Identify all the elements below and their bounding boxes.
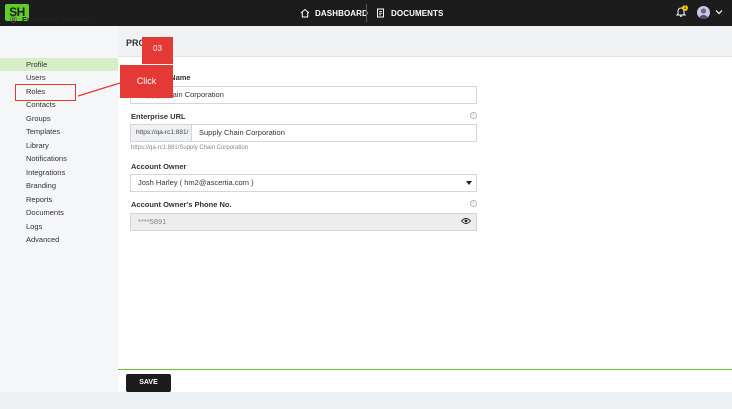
sidebar-item-logs[interactable]: Logs <box>0 220 118 233</box>
sidebar-item-library[interactable]: Library <box>0 139 118 152</box>
chevron-down-icon[interactable] <box>715 8 723 16</box>
sidebar-item-reports[interactable]: Reports <box>0 193 118 206</box>
enterprise-url-input[interactable]: Supply Chain Corporation <box>191 124 477 142</box>
sidebar-item-integrations[interactable]: Integrations <box>0 166 118 179</box>
sidebar-item-groups[interactable]: Groups <box>0 112 118 125</box>
sidebar-item-documents[interactable]: Documents <box>0 206 118 219</box>
info-icon[interactable]: i <box>470 200 477 207</box>
gear-icon <box>9 15 18 24</box>
sidebar-heading: Enterprise Settings <box>9 15 91 24</box>
url-prefix: https://qa-rc1:881/ <box>130 124 192 142</box>
footer-divider <box>118 369 732 370</box>
sidebar-heading-label: Enterprise Settings <box>22 15 91 24</box>
main-header <box>118 26 732 57</box>
dashboard-nav-label: DASHBOARD <box>315 8 368 18</box>
enterprise-name-input[interactable]: Supply Chain Corporation <box>130 86 477 104</box>
owner-phone-input: ****5891 <box>130 213 477 231</box>
account-owner-select[interactable]: Josh Harley ( hm2@ascertia.com ) <box>130 174 477 192</box>
save-button[interactable]: SAVE <box>126 374 171 392</box>
url-hint: https://qa-rc1:881/Supply Chain Corporat… <box>131 145 249 151</box>
sidebar-item-notifications[interactable]: Notifications <box>0 152 118 165</box>
sidebar-item-advanced[interactable]: Advanced <box>0 233 118 246</box>
owner-phone-label: Account Owner's Phone No. <box>131 200 232 209</box>
click-callout: Click <box>120 65 173 98</box>
info-icon[interactable]: i <box>470 112 477 119</box>
sidebar-item-users[interactable]: Users <box>0 71 118 84</box>
account-owner-label: Account Owner <box>131 162 187 171</box>
main-panel <box>118 26 732 392</box>
documents-nav-button[interactable]: DOCUMENTS <box>376 0 443 26</box>
documents-icon <box>377 8 384 18</box>
documents-nav-label: DOCUMENTS <box>391 8 444 18</box>
notification-badge: 1 <box>682 5 688 11</box>
sidebar-item-profile[interactable]: Profile <box>0 58 118 71</box>
user-avatar[interactable] <box>697 6 710 19</box>
home-icon <box>300 8 310 18</box>
dashboard-nav-button[interactable]: DASHBOARD <box>300 0 368 26</box>
step-number-callout: 03 <box>142 37 173 64</box>
roles-highlight-box <box>15 84 76 101</box>
enterprise-url-label: Enterprise URL <box>131 112 186 121</box>
dropdown-caret-icon <box>466 181 472 185</box>
sidebar-item-branding[interactable]: Branding <box>0 179 118 192</box>
eye-icon[interactable] <box>461 217 471 225</box>
nav-divider <box>366 4 367 22</box>
sidebar-item-templates[interactable]: Templates <box>0 125 118 138</box>
